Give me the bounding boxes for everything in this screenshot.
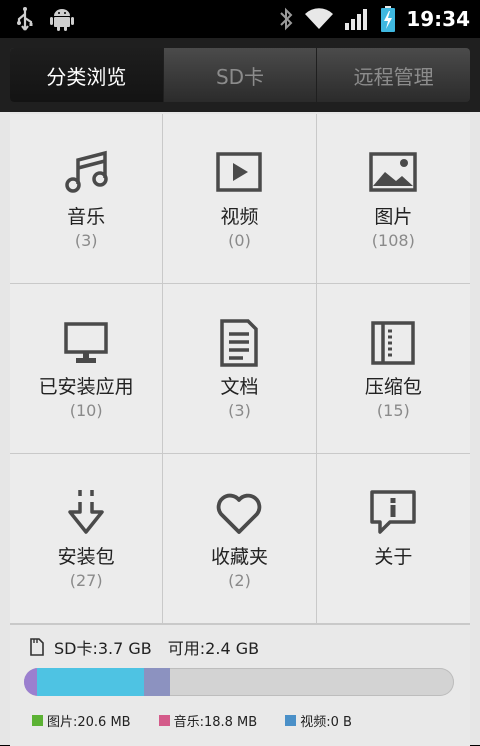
category-count: (2) xyxy=(228,571,251,590)
legend-label: 视频:0 B xyxy=(300,715,352,730)
sd-available-label: 可用:2.4 GB xyxy=(167,639,260,658)
main-content: 音乐 (3) 视频 (0) 图片 (108) 已安装应用 (10) 文档 (3)… xyxy=(0,112,480,746)
category-count: (3) xyxy=(74,231,98,250)
category-packages[interactable]: 安装包 (27) xyxy=(10,454,164,624)
category-label: 安装包 xyxy=(57,546,115,568)
battery-charging-icon xyxy=(381,6,396,32)
legend-swatch xyxy=(158,715,170,726)
usage-segment-blue xyxy=(36,668,145,696)
category-installed-apps[interactable]: 已安装应用 (10) xyxy=(10,284,164,454)
usb-icon xyxy=(17,7,33,31)
category-count: (108) xyxy=(371,231,415,250)
image-icon xyxy=(369,152,418,192)
category-pictures[interactable]: 图片 (108) xyxy=(316,114,470,284)
category-grid: 音乐 (3) 视频 (0) 图片 (108) 已安装应用 (10) 文档 (3)… xyxy=(10,114,470,624)
category-music[interactable]: 音乐 (3) xyxy=(10,114,164,284)
category-video[interactable]: 视频 (0) xyxy=(163,114,317,284)
tab-remote-manage[interactable]: 远程管理 xyxy=(316,48,470,102)
category-count: (10) xyxy=(69,401,103,420)
storage-usage-bar xyxy=(24,668,454,696)
download-arrow-icon xyxy=(68,490,104,534)
music-note-icon xyxy=(65,150,108,193)
category-archives[interactable]: 压缩包 (15) xyxy=(316,284,470,454)
usage-segment-grey-purple xyxy=(144,668,171,696)
legend-label: 音乐:18.8 MB xyxy=(173,715,258,730)
info-bubble-icon xyxy=(370,490,417,534)
category-count: (15) xyxy=(376,401,410,420)
status-bar: 19:34 xyxy=(0,0,480,38)
legend-swatch xyxy=(285,715,297,726)
legend-item: 视频:0 B xyxy=(285,711,352,730)
android-icon xyxy=(50,9,74,31)
category-label: 收藏夹 xyxy=(210,546,268,568)
legend-swatch xyxy=(32,715,43,726)
category-label: 关于 xyxy=(374,546,413,568)
bluetooth-icon xyxy=(280,7,293,31)
sd-card-icon xyxy=(30,638,44,656)
legend-item: 图片:20.6 MB xyxy=(32,711,131,730)
category-count: (3) xyxy=(228,401,251,420)
category-documents[interactable]: 文档 (3) xyxy=(163,284,317,454)
wifi-icon xyxy=(305,8,334,30)
category-label: 图片 xyxy=(374,206,413,228)
tab-sd-card[interactable]: SD卡 xyxy=(162,48,317,102)
clock: 19:34 xyxy=(406,7,470,31)
storage-legend: 图片:20.6 MB 音乐:18.8 MB 视频:0 B xyxy=(32,711,352,730)
category-label: 视频 xyxy=(220,206,259,228)
archive-icon xyxy=(371,321,416,365)
category-label: 文档 xyxy=(220,376,259,398)
storage-panel: SD卡:3.7 GB 可用:2.4 GB 图片:20.6 MB 音乐:18.8 … xyxy=(10,624,470,746)
tab-category-browse[interactable]: 分类浏览 xyxy=(10,48,163,102)
sd-total-label: SD卡:3.7 GB xyxy=(54,639,152,658)
video-play-icon xyxy=(216,152,263,192)
category-count: (0) xyxy=(228,231,251,250)
monitor-icon xyxy=(64,322,108,363)
document-icon xyxy=(220,319,259,367)
category-favorites[interactable]: 收藏夹 (2) xyxy=(163,454,317,624)
category-about[interactable]: 关于 xyxy=(316,454,470,624)
legend-label: 图片:20.6 MB xyxy=(47,715,131,730)
category-label: 已安装应用 xyxy=(38,376,134,398)
signal-icon xyxy=(345,9,368,30)
legend-item: 音乐:18.8 MB xyxy=(158,711,258,730)
usage-segment-purple xyxy=(24,668,37,696)
tab-bar: 分类浏览 SD卡 远程管理 xyxy=(0,38,480,112)
category-count: (27) xyxy=(69,571,103,590)
heart-icon xyxy=(217,493,262,534)
category-label: 音乐 xyxy=(67,206,106,228)
category-label: 压缩包 xyxy=(364,376,422,398)
